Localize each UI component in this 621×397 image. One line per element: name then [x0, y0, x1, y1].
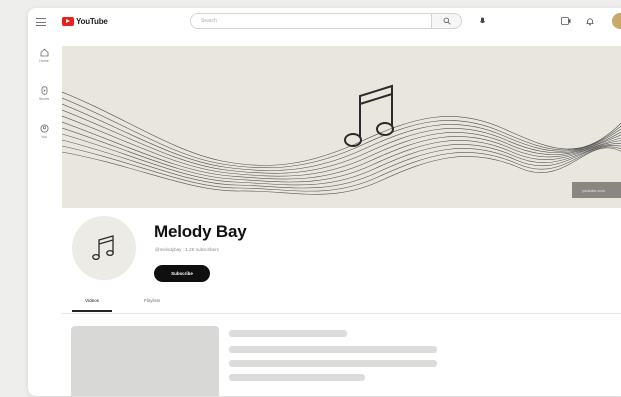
- text-line-placeholder: [229, 374, 365, 381]
- sidebar: Home Shorts You: [28, 44, 60, 158]
- mic-icon[interactable]: [476, 15, 488, 27]
- sidebar-item-you[interactable]: You: [28, 120, 60, 158]
- search-icon: [443, 17, 451, 25]
- logo-text: YouTube: [76, 17, 108, 26]
- account-avatar[interactable]: [612, 13, 621, 29]
- video-thumbnail[interactable]: [71, 326, 219, 396]
- channel-meta: @melodybay · 1.2K subscribers: [155, 247, 219, 252]
- tab-videos[interactable]: Videos: [72, 295, 112, 312]
- banner-link-label: youtube.com: [582, 187, 605, 193]
- channel-name: Melody Bay: [154, 222, 247, 241]
- sidebar-item-label: You: [41, 135, 47, 139]
- tab-playlists[interactable]: Playlists: [132, 295, 172, 309]
- shorts-icon: [41, 86, 47, 95]
- top-bar: YouTube Search: [28, 8, 621, 36]
- sidebar-item-home[interactable]: Home: [28, 44, 60, 82]
- channel-banner: youtube.com: [62, 46, 621, 208]
- notifications-icon[interactable]: [584, 15, 596, 27]
- banner-link[interactable]: youtube.com: [572, 182, 621, 198]
- divider: [62, 313, 621, 314]
- search-button[interactable]: [432, 13, 462, 29]
- search-input[interactable]: Search: [190, 13, 432, 29]
- app-window: YouTube Search Home Shorts You youtube.c…: [28, 8, 621, 396]
- channel-avatar[interactable]: [72, 216, 136, 280]
- menu-icon[interactable]: [35, 16, 47, 28]
- subscribe-button[interactable]: Subscribe: [154, 265, 210, 282]
- user-icon: [40, 124, 48, 133]
- text-line-placeholder: [229, 360, 437, 367]
- sound-wave-illustration: [62, 84, 621, 195]
- play-logo-icon: [62, 17, 74, 26]
- youtube-logo[interactable]: YouTube: [62, 15, 108, 28]
- music-note-icon: [344, 84, 394, 147]
- sidebar-item-label: Home: [39, 59, 49, 63]
- create-icon[interactable]: [560, 15, 572, 27]
- channel-tabs: Videos Playlists: [72, 295, 172, 312]
- sidebar-item-shorts[interactable]: Shorts: [28, 82, 60, 120]
- sidebar-item-label: Shorts: [38, 97, 50, 101]
- video-title-placeholder: [229, 330, 347, 337]
- text-line-placeholder: [229, 346, 437, 353]
- home-icon: [40, 48, 48, 57]
- music-note-icon: [92, 235, 114, 261]
